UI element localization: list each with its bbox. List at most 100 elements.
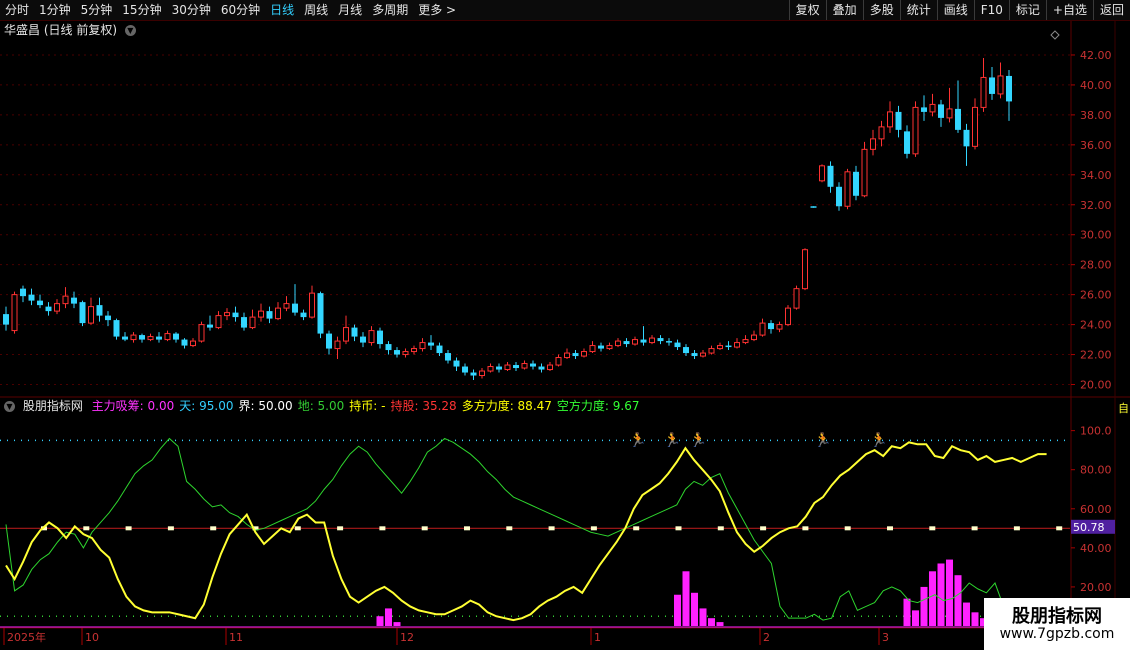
boundary-marker [337, 526, 344, 531]
candle-body [776, 324, 783, 330]
candle-body [870, 138, 876, 150]
candle-body [564, 352, 570, 359]
accumulation-bar [903, 598, 911, 626]
candle-body [547, 364, 553, 371]
boundary-marker [590, 526, 597, 531]
boundary-marker [548, 526, 555, 531]
boundary-marker [294, 526, 301, 531]
indicator-side-label: 自 [1118, 402, 1129, 415]
candle-body [479, 370, 485, 377]
candle-body [130, 334, 137, 341]
boundary-marker [167, 526, 174, 531]
candle-body [827, 165, 834, 187]
indicator-tick-label: 20.00 [1080, 581, 1112, 594]
boundary-marker [675, 526, 682, 531]
candle-body [691, 353, 698, 357]
accumulation-bar [699, 608, 707, 626]
candle-body [28, 294, 35, 301]
candle-body [530, 363, 536, 367]
boundary-marker [421, 526, 428, 531]
candle-body [504, 364, 511, 371]
candle-body [45, 306, 52, 312]
accumulation-bar [946, 559, 953, 626]
boundary-marker [717, 526, 724, 531]
candle-body [785, 307, 791, 326]
accumulation-bar [385, 608, 392, 626]
candle-body [292, 303, 298, 313]
candle-body [623, 341, 630, 345]
candle-body [105, 315, 111, 321]
candle-body [521, 363, 528, 369]
candle-body [224, 312, 230, 317]
candle-body [632, 339, 638, 345]
candle-body [241, 317, 247, 328]
timeline-label: 10 [85, 631, 99, 644]
candle-body [360, 336, 366, 343]
signal-marker-icon: 🏃 [629, 431, 646, 448]
candle-body [589, 345, 596, 353]
candle-body [402, 351, 409, 356]
candle-body [11, 294, 18, 332]
candle-body [793, 288, 800, 309]
price-tick-label: 22.00 [1080, 349, 1112, 362]
candle-body [649, 337, 655, 344]
diamond-icon [1050, 30, 1060, 40]
candle-body [912, 106, 919, 155]
candle-body [921, 107, 927, 112]
candle-body [674, 342, 681, 348]
candle-body [385, 344, 392, 351]
indicator-tick-label: 60.00 [1080, 503, 1112, 516]
candle-body [139, 335, 145, 340]
candle-body [904, 131, 910, 154]
candle-body [853, 171, 859, 196]
boundary-marker [760, 526, 767, 531]
boundary-marker [379, 526, 386, 531]
candle-body [113, 320, 120, 337]
candle-body [810, 206, 817, 208]
candle-body [309, 292, 315, 318]
kline-chart[interactable]: 42.00 40.00 38.00 36.00 34.00 32.00 30.00 28.00… [0, 0, 1130, 650]
accumulation-bar [912, 610, 919, 626]
accumulation-bar [971, 612, 979, 626]
watermark-url: www.7gpzb.com [999, 626, 1115, 642]
candle-body [946, 108, 953, 119]
indicator-tick-label: 80.00 [1080, 464, 1112, 477]
boundary-marker [464, 526, 470, 531]
candle-body [122, 336, 128, 340]
candle-body [742, 339, 749, 344]
boundary-marker [802, 526, 809, 531]
candle-body [20, 288, 26, 297]
candle-body [802, 249, 808, 290]
candle-body [1006, 75, 1012, 102]
price-tick-label: 20.00 [1080, 379, 1112, 392]
accumulation-bar [920, 586, 928, 626]
indicator-tick-label: 40.00 [1080, 542, 1112, 555]
candle-body [938, 104, 944, 118]
boundary-marker [844, 526, 851, 531]
indicator-tick-label: 100.0 [1080, 425, 1112, 438]
candle-body [878, 126, 885, 140]
candle-body [3, 314, 9, 325]
accumulation-bar [691, 592, 698, 626]
candle-body [997, 75, 1004, 95]
watermark-title: 股朋指标网 [1012, 606, 1102, 627]
candle-body [861, 148, 868, 197]
current-value-label: 50.78 [1073, 521, 1105, 534]
candle-body [419, 342, 426, 350]
boundary-marker [929, 526, 936, 531]
candle-body [887, 111, 893, 128]
candle-body [989, 77, 995, 94]
accumulation-bar [682, 571, 690, 626]
boundary-marker [1013, 526, 1020, 531]
candle-body [963, 129, 970, 147]
candle-body [725, 345, 732, 348]
boundary-marker [210, 526, 217, 531]
candle-body [266, 311, 273, 319]
candle-body [249, 316, 256, 329]
price-tick-label: 24.00 [1080, 319, 1112, 332]
price-tick-label: 42.00 [1080, 49, 1112, 62]
candle-body [190, 340, 196, 347]
candle-body [768, 323, 774, 330]
candle-body [173, 333, 179, 340]
price-tick-label: 38.00 [1080, 109, 1112, 122]
